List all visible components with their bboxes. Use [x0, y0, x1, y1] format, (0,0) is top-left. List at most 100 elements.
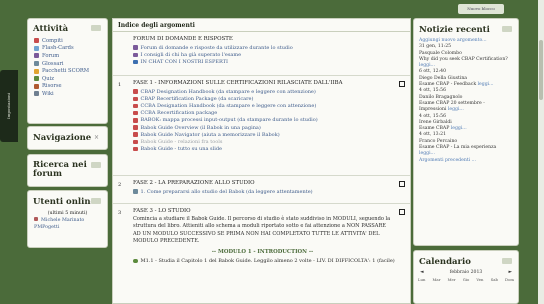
resource-link[interactable]: CBAP Recertification Package (da scarica…: [133, 95, 392, 102]
recent-title-text: Notizie recenti: [419, 25, 490, 35]
activity-item[interactable]: Risorse: [34, 83, 102, 91]
resource-link[interactable]: Babok Guide Navigator (aiuta a memorizza…: [133, 131, 392, 138]
activity-icon: [34, 38, 39, 44]
calendar-weekdays: Lun Mar Mer Gio Ven Sab Dom: [414, 275, 518, 284]
block-dock-icon[interactable]: [91, 25, 101, 31]
activity-list: Compiti Flash-Cards Forum Glossari Pacchetti…: [28, 37, 107, 98]
weekday-label: Dom: [505, 277, 514, 282]
scrollbar-thumb[interactable]: [539, 40, 543, 100]
weekday-label: Gio: [462, 277, 470, 282]
activity-label[interactable]: Forum: [42, 53, 59, 59]
read-more-link[interactable]: leggi...: [451, 126, 467, 131]
older-topics-link[interactable]: Argomenti precedenti ...: [419, 158, 513, 164]
online-user-name[interactable]: Michele Marinato: [41, 218, 84, 223]
topic-resources: Forum di domande e risposte da utilizzar…: [133, 44, 392, 66]
weekday-label: Mer: [447, 277, 456, 282]
activity-item[interactable]: Flash-Cards: [34, 45, 102, 53]
read-more-link[interactable]: leggi...: [419, 63, 435, 68]
resource-link[interactable]: Forum di domande e risposte da utilizzar…: [133, 44, 392, 51]
topic-section-2: 2 FASE 2 - LA PREPARAZIONE ALLO STUDIO 1…: [113, 176, 410, 204]
resource-link[interactable]: CCBA Designation Handbook (da stampare e…: [133, 102, 392, 109]
resource-label[interactable]: Babok Guide Overview (il Babok in una pa…: [141, 125, 261, 131]
module-item[interactable]: M1.1 - Studia il Capitolo 1 del Babok Gu…: [133, 257, 395, 264]
activity-icon: [34, 91, 39, 97]
activity-item[interactable]: Compiti: [34, 37, 102, 45]
activity-label[interactable]: Wiki: [42, 91, 54, 97]
resource-icon: [133, 189, 138, 194]
topic-resources: CBAP Designation Handbook (da stampare e…: [133, 88, 392, 153]
activity-item[interactable]: Pacchetti SCORM: [34, 67, 102, 75]
block-button[interactable]: Nuovo blocco: [458, 4, 504, 14]
online-user[interactable]: Michele Marinato: [34, 217, 101, 224]
navigation-title-text: Navigazione: [33, 133, 92, 143]
weekday-label: Ven: [476, 277, 484, 282]
topic-title: FORUM DI DOMANDE E RISPOSTE: [133, 36, 233, 42]
activity-label[interactable]: Quiz: [42, 76, 54, 82]
forum-search-block: Ricerca nei forum: [27, 154, 108, 187]
activity-label[interactable]: Pacchetti SCORM: [42, 68, 89, 74]
resource-label[interactable]: Babok Guide Navigator (aiuta a memorizza…: [141, 132, 280, 138]
resource-label[interactable]: IN CHAT CON I NOSTRI ESPERTI: [141, 59, 228, 65]
recent-entry: 4 ott, 13:21 Franco Percaino Esame CBAP - …: [419, 132, 513, 157]
online-user-name[interactable]: PMPogetti: [34, 225, 59, 230]
block-dock-icon[interactable]: [91, 198, 101, 204]
resource-label[interactable]: CCBA Recertification package: [141, 110, 218, 116]
activity-label[interactable]: Flash-Cards: [42, 45, 74, 51]
read-more-link[interactable]: leggi...: [448, 107, 464, 112]
read-more-link[interactable]: leggi...: [419, 151, 435, 156]
resource-label[interactable]: CCBA Designation Handbook (da stampare e…: [141, 103, 317, 109]
highlight-toggle-icon[interactable]: [399, 181, 405, 187]
module-item-label[interactable]: M1.1 - Studia il Capitolo 1 del Babok Gu…: [141, 258, 395, 264]
block-dock-icon[interactable]: [91, 162, 101, 168]
topic-description: Comincia a studiare il Babok Guide. Il p…: [133, 216, 391, 244]
activity-icon: [34, 61, 39, 67]
online-user[interactable]: PMPogetti: [34, 224, 101, 231]
next-month-icon[interactable]: ►: [508, 270, 512, 275]
activity-block-title: Attività: [28, 19, 107, 37]
resource-link[interactable]: CCBA Recertification package: [133, 110, 392, 117]
resource-link[interactable]: Babok Guide - relazioni fra tools: [133, 138, 392, 145]
resource-label[interactable]: Babok Guide - relazioni fra tools: [141, 139, 223, 145]
resource-label[interactable]: 1. Come prepararsi allo studio del Babok…: [141, 189, 313, 195]
block-dock-icon[interactable]: [502, 26, 512, 32]
topic-section-0: FORUM DI DOMANDE E RISPOSTE Forum di dom…: [113, 32, 410, 76]
recent-text-line: Esame CBAP 20 settembre - Impressioni le…: [419, 101, 513, 114]
highlight-toggle-icon[interactable]: [399, 81, 405, 87]
resource-link[interactable]: 1. Come prepararsi allo studio del Babok…: [133, 188, 392, 195]
activity-item[interactable]: Forum: [34, 52, 102, 60]
resource-icon: [133, 52, 138, 58]
recent-text-line: Esame CBAP - La mia esperienza leggi...: [419, 145, 513, 158]
settings-side-tab[interactable]: Impostazioni: [0, 70, 18, 142]
recent-entry: 6 ott, 12:40 Diego Della Giustina Esame CB…: [419, 69, 513, 88]
resource-label[interactable]: BABOK: mappa processi input-output (da s…: [141, 117, 318, 123]
resource-link[interactable]: BABOK: mappa processi input-output (da s…: [133, 117, 392, 124]
resource-link[interactable]: CBAP Designation Handbook (da stampare e…: [133, 88, 392, 95]
activity-label[interactable]: Compiti: [42, 38, 63, 44]
resource-label[interactable]: I consigli di chi ha già superato l'esam…: [141, 52, 242, 58]
activity-item[interactable]: Glossari: [34, 60, 102, 68]
activity-label[interactable]: Risorse: [42, 83, 62, 89]
block-dock-icon[interactable]: [502, 258, 512, 264]
resource-link[interactable]: Babok Guide Overview (il Babok in una pa…: [133, 124, 392, 131]
prev-month-icon[interactable]: ◄: [420, 270, 424, 275]
collapse-icon[interactable]: ×: [94, 134, 99, 141]
activity-icon: [34, 45, 39, 51]
highlight-toggle-icon[interactable]: [399, 209, 405, 215]
calendar-block: Calendario ◄ febbraio 2013 ► Lun Mar Mer Gi…: [413, 250, 519, 304]
resource-link[interactable]: IN CHAT CON I NOSTRI ESPERTI: [133, 58, 392, 65]
resource-label[interactable]: Forum di domande e risposte da utilizzar…: [141, 45, 293, 51]
activity-block: Attività Compiti Flash-Cards Forum Glossari…: [27, 18, 108, 124]
page-scrollbar[interactable]: [538, 0, 544, 304]
resource-link[interactable]: Babok Guide - tutto su una slide: [133, 146, 392, 153]
resource-link[interactable]: I consigli di chi ha già superato l'esam…: [133, 51, 392, 58]
resource-icon: [133, 110, 138, 116]
read-more-link[interactable]: leggi...: [478, 82, 494, 87]
resource-icon: [133, 118, 138, 123]
activity-item[interactable]: Wiki: [34, 90, 102, 98]
recent-text: Esame CBAP - La mia esperienza: [419, 145, 497, 151]
resource-label[interactable]: CBAP Recertification Package (da scarica…: [141, 96, 254, 102]
activity-label[interactable]: Glossari: [42, 61, 63, 67]
resource-label[interactable]: Babok Guide - tutto su una slide: [141, 146, 222, 152]
activity-item[interactable]: Quiz: [34, 75, 102, 83]
resource-label[interactable]: CBAP Designation Handbook (da stampare e…: [141, 89, 316, 95]
